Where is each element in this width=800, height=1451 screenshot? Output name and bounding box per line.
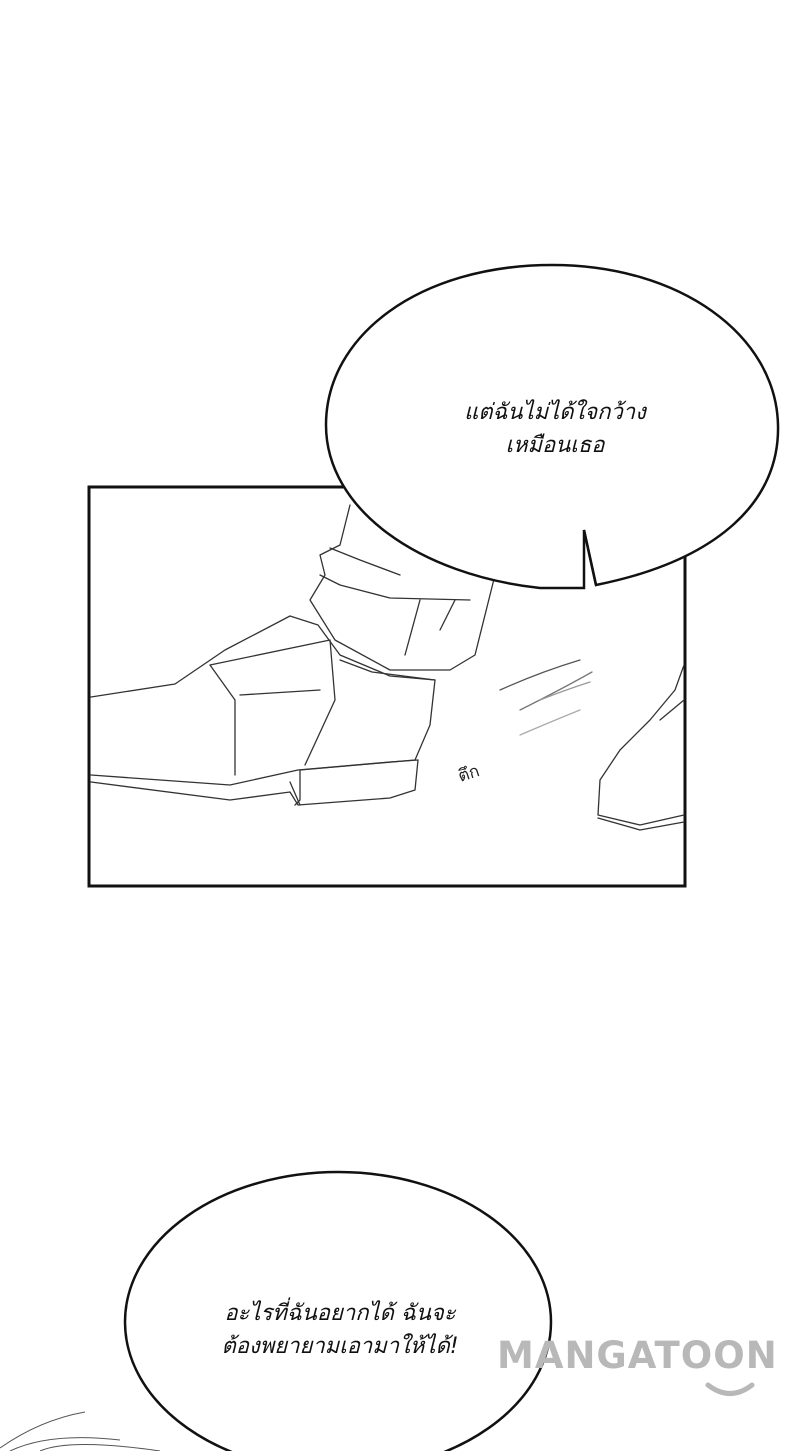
speech-bubble-top-line-2: เหมือนเธอ <box>505 433 605 458</box>
comic-artwork <box>0 263 780 1451</box>
speech-bubble-top-text: แต่ฉันไม่ได้ใจกว้าง เหมือนเธอ <box>400 396 710 462</box>
mangatoon-watermark: MANGATOON <box>497 1334 778 1377</box>
speech-bubble-bottom-line-2: ต้องพยายามเอามาให้ได้! <box>221 1334 459 1359</box>
speech-bubble-bottom-line-1: อะไรที่ฉันอยากได้ ฉันจะ <box>224 1301 456 1326</box>
speech-bubble-top-line-1: แต่ฉันไม่ได้ใจกว้าง <box>464 400 646 425</box>
hair-strands <box>0 1411 161 1451</box>
watermark-smile <box>705 1382 755 1396</box>
speech-bubble-bottom-text: อะไรที่ฉันอยากได้ ฉันจะ ต้องพยายามเอามาใ… <box>150 1297 530 1363</box>
